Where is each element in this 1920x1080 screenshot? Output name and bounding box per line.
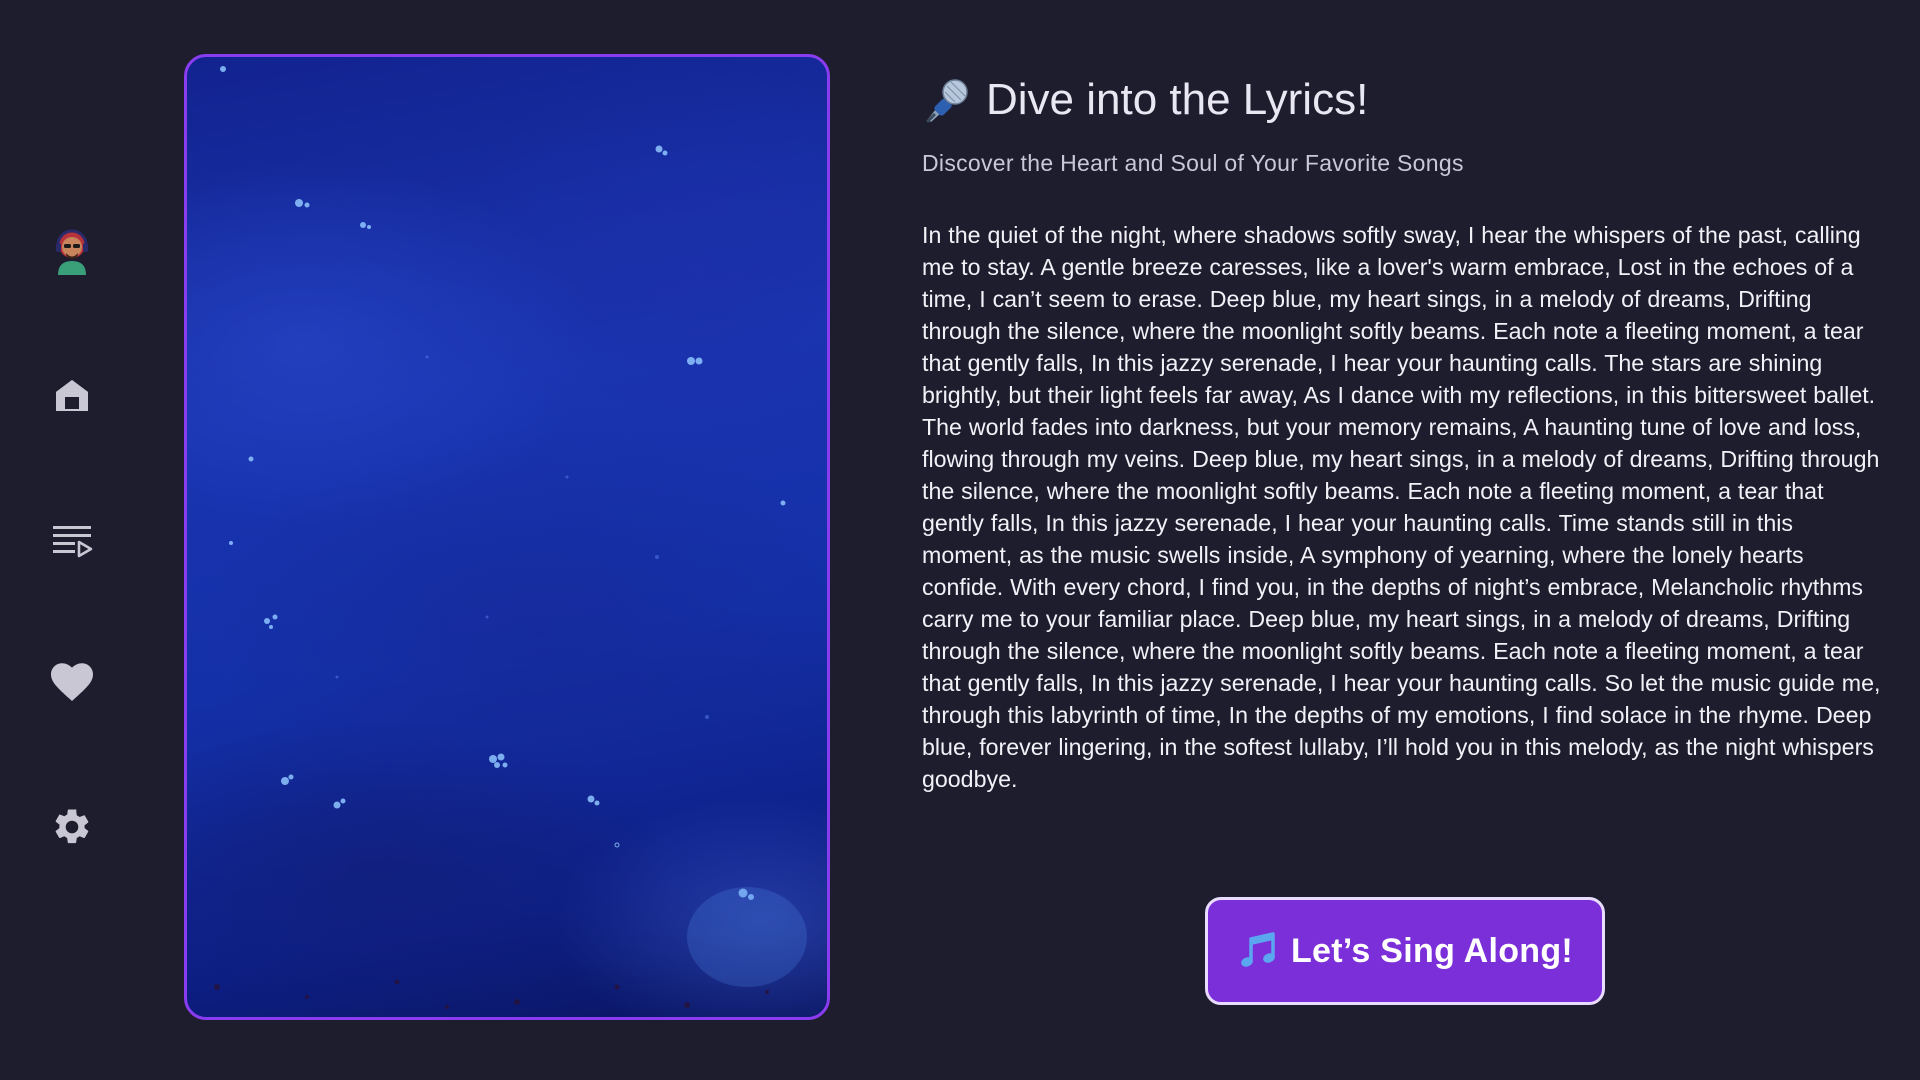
user-avatar[interactable] [48,227,96,275]
playlist-play-icon [53,526,93,558]
deep-blue-water-image [214,66,807,1009]
nav-queue[interactable] [48,516,96,564]
avatar-icon [56,229,88,275]
musical-notes-icon [1241,932,1275,967]
nav-home[interactable] [48,371,96,419]
home-icon [56,380,88,411]
gear-icon [55,809,89,844]
sing-along-button[interactable]: Let’s Sing Along! [1205,897,1605,1005]
lyrics-text: In the quiet of the night, where shadows… [922,222,1881,792]
heart-icon [51,663,93,701]
album-artwork [184,54,830,1020]
title-row: Dive into the Lyrics! [922,70,1882,130]
page-title: Dive into the Lyrics! [986,75,1369,124]
nav-settings[interactable] [48,803,96,851]
nav-favorites[interactable] [48,659,96,707]
sing-along-label: Let’s Sing Along! [1290,931,1574,970]
lyrics-panel: Dive into the Lyrics! Discover the Heart… [922,70,1882,818]
microphone-icon [926,79,968,123]
page-subtitle: Discover the Heart and Soul of Your Favo… [922,150,1464,176]
sidebar-nav [0,0,144,1080]
